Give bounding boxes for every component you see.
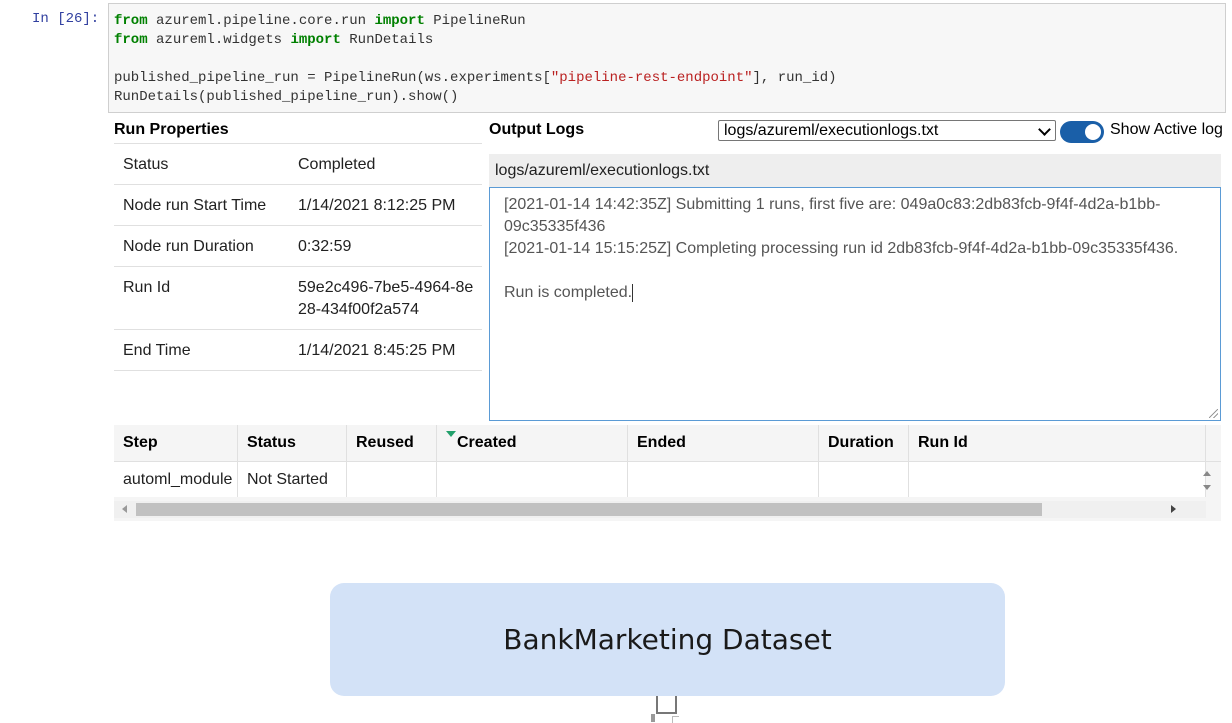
table-row[interactable]: automl_module Not Started	[114, 462, 1206, 497]
scrollbar-thumb[interactable]	[136, 503, 1042, 516]
property-value: 1/14/2021 8:12:25 PM	[298, 197, 456, 214]
property-value: 1/14/2021 8:45:25 PM	[298, 342, 456, 359]
log-line: Run is completed.	[504, 283, 634, 302]
log-file-select-value: logs/azureml/executionlogs.txt	[724, 122, 939, 139]
column-header-duration[interactable]: Duration	[819, 425, 909, 461]
show-active-log-toggle[interactable]	[1060, 121, 1104, 143]
log-file-select[interactable]: logs/azureml/executionlogs.txt	[718, 120, 1056, 141]
table-cell	[909, 462, 1206, 497]
property-row: End Time 1/14/2021 8:45:25 PM	[114, 330, 482, 371]
scroll-down-arrow-icon[interactable]	[1203, 485, 1211, 490]
code-line: from azureml.widgets import RunDetails	[114, 32, 434, 48]
scroll-up-arrow-icon[interactable]	[1203, 471, 1211, 476]
text-caret	[632, 283, 634, 302]
code-line: from azureml.pipeline.core.run import Pi…	[114, 13, 526, 29]
property-key: End Time	[123, 342, 191, 359]
run-properties-title: Run Properties	[114, 121, 229, 138]
horizontal-scrollbar[interactable]	[114, 501, 1206, 518]
property-row: Run Id 59e2c496-7be5-4964-8e28-434f00f2a5…	[114, 267, 482, 330]
chevron-down-icon	[1038, 123, 1051, 136]
column-header-reused[interactable]: Reused	[347, 425, 437, 461]
code-cell[interactable]: from azureml.pipeline.core.run import Pi…	[108, 3, 1226, 113]
toggle-knob	[1085, 124, 1101, 140]
show-active-log-label: Show Active log	[1110, 121, 1223, 138]
property-row: Node run Start Time 1/14/2021 8:12:25 PM	[114, 185, 482, 226]
property-key: Node run Duration	[123, 238, 254, 255]
run-properties-table: Status Completed Node run Start Time 1/14/2…	[114, 143, 482, 371]
scroll-right-arrow-icon[interactable]	[1171, 505, 1176, 513]
resize-grip-icon[interactable]	[1209, 409, 1218, 418]
property-key: Node run Start Time	[123, 197, 267, 214]
column-header-ended[interactable]: Ended	[628, 425, 819, 461]
table-cell	[347, 462, 437, 497]
connector-stem	[651, 714, 655, 722]
scroll-left-arrow-icon[interactable]	[122, 505, 127, 513]
cell-prompt: In [26]:	[32, 11, 100, 27]
log-header: logs/azureml/executionlogs.txt	[489, 154, 1221, 187]
table-cell: automl_module	[114, 462, 238, 497]
code-line: RunDetails(published_pipeline_run).show(…	[114, 89, 459, 105]
steps-table: Step Status Reused Created Ended Duration Run …	[114, 425, 1221, 521]
output-port-icon[interactable]	[656, 696, 677, 714]
column-header-step[interactable]: Step	[114, 425, 238, 461]
column-header-status[interactable]: Status	[238, 425, 347, 461]
table-cell	[628, 462, 819, 497]
table-cell: Not Started	[238, 462, 347, 497]
column-header-run-id[interactable]: Run Id	[909, 425, 1206, 461]
table-cell	[819, 462, 909, 497]
property-row: Node run Duration 0:32:59	[114, 226, 482, 267]
dataset-node-label: BankMarketing Dataset	[503, 623, 832, 656]
log-textarea[interactable]: [2021-01-14 14:42:35Z] Submitting 1 runs…	[489, 187, 1221, 421]
sort-indicator-icon	[446, 431, 456, 437]
property-value: Completed	[298, 156, 376, 173]
log-line: [2021-01-14 15:15:25Z] Completing proces…	[504, 240, 1179, 257]
property-value: 0:32:59	[298, 238, 352, 255]
dataset-node[interactable]: BankMarketing Dataset	[330, 583, 1005, 696]
log-line: [2021-01-14 14:42:35Z] Submitting 1 runs…	[504, 196, 1161, 235]
steps-table-header: Step Status Reused Created Ended Duration Run …	[114, 425, 1221, 462]
column-header-created[interactable]: Created	[437, 425, 628, 461]
property-key: Status	[123, 156, 169, 173]
property-key: Run Id	[123, 279, 171, 296]
output-logs-title: Output Logs	[489, 121, 585, 138]
table-cell	[437, 462, 628, 497]
property-value: 59e2c496-7be5-4964-8e28-434f00f2a574	[298, 279, 474, 318]
property-row: Status Completed	[114, 144, 482, 185]
code-line: published_pipeline_run = PipelineRun(ws.…	[114, 70, 837, 86]
